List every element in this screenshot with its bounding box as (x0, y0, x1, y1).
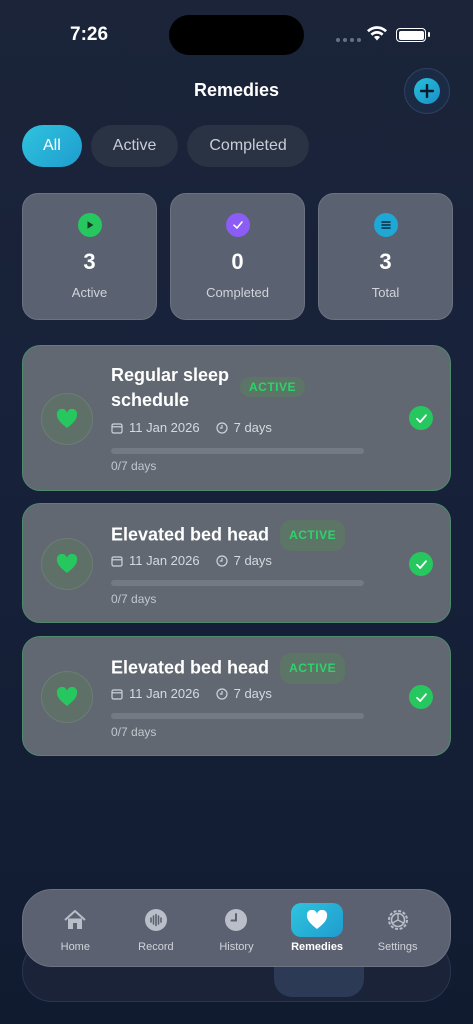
status-badge: ACTIVE (280, 653, 346, 684)
remedy-duration: 7 days (233, 420, 272, 435)
clock-icon (216, 687, 228, 700)
tab-home-label: Home (60, 941, 90, 953)
remedy-meta: 11 Jan 2026 7 days (111, 553, 272, 568)
progress-text: 0/7 days (111, 459, 157, 473)
tab-bar: Home Record History Remedies Settings (22, 889, 451, 967)
remedy-avatar (41, 671, 93, 723)
remedy-date: 11 Jan 2026 (129, 686, 200, 701)
heart-icon (307, 910, 328, 929)
complete-check-button[interactable] (409, 406, 433, 430)
remedy-duration: 7 days (233, 686, 272, 701)
tab-record[interactable]: Record (120, 890, 192, 966)
stat-active-card[interactable]: 3 Active (22, 193, 157, 320)
remedy-title: Elevated bed head ACTIVE (111, 520, 346, 551)
status-bar: 7:26 (0, 0, 473, 70)
stat-completed-label: Completed (206, 285, 269, 300)
remedy-avatar (41, 393, 93, 445)
clock-icon (225, 909, 248, 931)
wifi-icon (367, 26, 387, 41)
calendar-icon (111, 688, 123, 700)
check-icon (225, 213, 250, 237)
heart-icon (56, 554, 78, 573)
remedy-title-text: Elevated bed head (111, 524, 270, 545)
home-icon (64, 910, 86, 929)
remedy-avatar (41, 538, 93, 590)
remedy-card[interactable]: Elevated bed head ACTIVE 11 Jan 2026 7 d… (22, 636, 451, 756)
tab-settings[interactable]: Settings (362, 890, 434, 966)
waveform-icon (144, 909, 167, 931)
tab-record-label: Record (138, 941, 174, 953)
remedy-meta: 11 Jan 2026 7 days (111, 686, 272, 701)
list-icon (373, 213, 398, 237)
stat-completed-value: 0 (231, 249, 244, 274)
remedy-date: 11 Jan 2026 (129, 553, 200, 568)
status-badge: ACTIVE (240, 377, 306, 397)
remedy-date: 11 Jan 2026 (129, 420, 200, 435)
checkmark-icon (415, 413, 427, 423)
tab-home[interactable]: Home (39, 890, 111, 966)
remedy-card[interactable]: Regular sleep schedule ACTIVE 11 Jan 202… (22, 345, 451, 491)
progress-text: 0/7 days (111, 725, 157, 739)
remedy-title-text: Elevated bed head (111, 657, 270, 678)
remedy-meta: 11 Jan 2026 7 days (111, 420, 272, 435)
progress-bar (111, 448, 364, 454)
complete-check-button[interactable] (409, 552, 433, 576)
calendar-icon (111, 555, 123, 567)
play-icon (77, 213, 102, 237)
checkmark-icon (415, 559, 427, 569)
clock-icon (216, 421, 228, 434)
checkmark-icon (415, 692, 427, 702)
filter-active[interactable]: Active (90, 125, 179, 167)
battery-icon (396, 28, 430, 42)
progress-text: 0/7 days (111, 592, 157, 606)
stat-active-value: 3 (83, 249, 96, 274)
heart-icon (56, 409, 78, 428)
cellular-signal-icon (336, 38, 361, 42)
clock-icon (216, 554, 228, 567)
filter-completed[interactable]: Completed (187, 125, 309, 167)
add-remedy-button[interactable] (404, 68, 450, 114)
progress-bar (111, 580, 364, 586)
tab-settings-label: Settings (377, 941, 418, 953)
stat-total-label: Total (371, 285, 400, 300)
stat-total-value: 3 (379, 249, 392, 274)
remedy-title-text: Regular sleep schedule (111, 365, 230, 410)
complete-check-button[interactable] (409, 685, 433, 709)
heart-icon (56, 687, 78, 706)
dynamic-island (169, 15, 304, 55)
status-badge: ACTIVE (280, 520, 346, 551)
calendar-icon (111, 422, 123, 434)
filter-chips: All Active Completed (22, 125, 309, 167)
gear-icon (387, 910, 408, 930)
remedy-duration: 7 days (233, 553, 272, 568)
status-time: 7:26 (70, 24, 109, 45)
tab-remedies-label: Remedies (291, 941, 344, 953)
remedy-card[interactable]: Elevated bed head ACTIVE 11 Jan 2026 7 d… (22, 503, 451, 623)
stat-total-card[interactable]: 3 Total (318, 193, 453, 320)
stat-completed-card[interactable]: 0 Completed (170, 193, 305, 320)
tab-remedies[interactable]: Remedies (281, 890, 353, 966)
plus-icon (420, 84, 434, 98)
filter-all[interactable]: All (22, 125, 82, 167)
stats-row: 3 Active 0 Completed 3 Total (22, 193, 453, 320)
progress-bar (111, 713, 364, 719)
remedy-title: Elevated bed head ACTIVE (111, 653, 346, 684)
tab-history[interactable]: History (200, 890, 272, 966)
stat-active-label: Active (71, 285, 108, 300)
tab-history-label: History (219, 941, 254, 953)
page-title: Remedies (193, 80, 280, 100)
